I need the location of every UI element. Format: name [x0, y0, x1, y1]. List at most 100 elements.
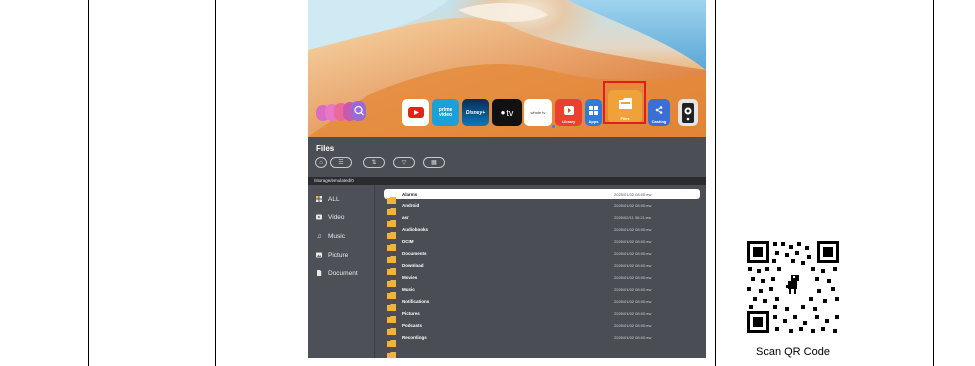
file-date: 2025/01/02 08:00:ew	[614, 191, 652, 197]
disney-plus-app[interactable]: Disney+	[462, 99, 489, 126]
table-border-2	[215, 0, 216, 366]
file-date: 2025/01/02 08:00:ew	[614, 262, 652, 268]
music-icon: ♫	[316, 232, 322, 240]
folder-icon	[387, 286, 396, 299]
files-title: Files	[316, 144, 335, 153]
file-row-alarms[interactable]: Alarms 2025/01/02 08:00:ew	[384, 189, 700, 204]
category-sidebar: ALL Video ♫ Music Picture Document	[308, 185, 374, 358]
sidebar-item-document[interactable]: Document	[316, 268, 358, 278]
apps-app[interactable]: Apps	[585, 99, 602, 126]
youtube-app[interactable]	[402, 99, 429, 126]
apple-tv-app[interactable]: ● tv	[492, 99, 522, 126]
list-view-button[interactable]: ☰	[330, 157, 352, 168]
sidebar-item-label: ALL	[328, 195, 340, 203]
file-name: asr	[402, 214, 409, 220]
file-name: DCIM	[402, 238, 414, 244]
apps-label: Apps	[588, 119, 599, 124]
file-row-movies[interactable]: Movies 2025/01/02 08:00:ew	[384, 272, 700, 287]
file-date: 2025/01/02 08:00:ew	[614, 250, 652, 256]
file-list: Alarms 2025/01/02 08:00:ew Android 2025/…	[384, 189, 700, 358]
sidebar-item-label: Video	[328, 213, 345, 221]
prime-video-label: prime video	[438, 106, 453, 118]
apple-icon: ●	[500, 108, 506, 117]
file-row-podcasts[interactable]: Podcasts 2025/01/02 08:00:ew	[384, 320, 700, 335]
folder-icon	[387, 322, 396, 335]
file-name: Alarms	[402, 191, 418, 197]
grid-view-button[interactable]: ▦	[423, 157, 445, 168]
prime-video-app[interactable]: prime video	[432, 99, 459, 126]
file-name: Recordings	[402, 334, 427, 340]
folder-icon	[387, 262, 396, 275]
file-date: 2025/01/02 08:00:ew	[614, 238, 652, 244]
file-date: 2025/02/11 06:21:ew	[614, 214, 652, 220]
file-name: Podcasts	[402, 322, 423, 328]
library-label: Library	[561, 119, 576, 124]
pinned-group-icon[interactable]	[316, 99, 366, 126]
qr-label: Scan QR Code	[756, 346, 830, 358]
table-border-3	[715, 0, 716, 366]
tv-screenshot: prime video Disney+ ● tv whole tv Librar…	[308, 0, 706, 358]
speaker-icon[interactable]	[678, 99, 698, 126]
sidebar-item-label: Music	[328, 232, 345, 240]
casting-label: Casting	[651, 119, 667, 124]
file-date: 2025/01/02 08:00:ew	[614, 274, 652, 280]
library-app[interactable]: Library	[555, 99, 582, 126]
current-path: /storage/emulated/0	[314, 178, 354, 183]
sidebar-item-picture[interactable]: Picture	[316, 250, 348, 260]
table-border-right	[933, 0, 934, 366]
app-dock: prime video Disney+ ● tv whole tv Librar…	[308, 90, 706, 136]
folder-icon	[387, 226, 396, 239]
file-row-asr[interactable]: asr 2025/02/11 06:21:ew	[384, 212, 700, 227]
whole-tv-label: whole tv	[530, 110, 546, 115]
disney-plus-label: Disney+	[465, 109, 486, 116]
file-date: 2025/01/02 08:00:ew	[614, 322, 652, 328]
file-date: 2025/01/02 08:00:ew	[614, 310, 652, 316]
folder-icon	[387, 238, 396, 251]
file-name: Android	[402, 202, 420, 208]
folder-icon	[387, 274, 396, 287]
grid-icon	[316, 196, 322, 202]
file-row-recordings[interactable]: Recordings 2025/01/02 08:00:ew	[384, 332, 700, 347]
file-row-android[interactable]: Android 2025/01/02 08:00:ew	[384, 200, 700, 215]
folder-icon	[387, 346, 396, 358]
file-row-download[interactable]: Download 2025/01/02 08:00:ew	[384, 260, 700, 275]
folder-icon	[387, 250, 396, 263]
file-row-audiobooks[interactable]: Audiobooks 2025/01/02 08:00:ew	[384, 224, 700, 239]
page-indicator-dot	[552, 125, 555, 128]
file-row-documents[interactable]: Documents 2025/01/02 08:00:ew	[384, 248, 700, 263]
casting-app[interactable]: Casting	[648, 99, 670, 126]
folder-icon	[387, 334, 396, 347]
filter-button[interactable]: ▽	[393, 157, 415, 168]
file-name: Notifications	[402, 298, 430, 304]
folder-icon	[387, 298, 396, 311]
whole-tv-app[interactable]: whole tv	[524, 99, 552, 126]
file-name: Music	[402, 286, 415, 292]
file-date: 2025/01/02 08:00:ew	[614, 226, 652, 232]
video-icon	[316, 214, 322, 220]
file-date: 2025/01/02 08:00:ew	[614, 202, 652, 208]
sidebar-item-music[interactable]: ♫ Music	[316, 231, 345, 241]
path-bar: /storage/emulated/0	[308, 177, 706, 185]
picture-icon	[316, 252, 322, 258]
home-button[interactable]: ⌂	[315, 157, 327, 168]
file-name: Pictures	[402, 310, 420, 316]
file-row-notifications[interactable]: Notifications 2025/01/02 08:00:ew	[384, 296, 700, 311]
sort-button[interactable]: ⇅	[363, 157, 385, 168]
file-name: Audiobooks	[402, 226, 428, 232]
file-date: 2025/01/02 08:00:ew	[614, 334, 652, 340]
qr-code	[745, 239, 841, 335]
file-date: 2025/01/02 08:00:ew	[614, 298, 652, 304]
file-row-music[interactable]: Music 2025/01/02 08:00:ew	[384, 284, 700, 299]
sidebar-item-label: Document	[328, 269, 358, 277]
document-icon	[316, 270, 322, 276]
sidebar-item-label: Picture	[328, 251, 349, 259]
file-name: Movies	[402, 274, 418, 280]
folder-icon	[387, 202, 396, 215]
sidebar-item-video[interactable]: Video	[316, 212, 345, 222]
file-row-partial[interactable]	[384, 344, 700, 358]
table-border-left	[88, 0, 89, 366]
file-row-dcim[interactable]: DCIM 2025/01/02 08:00:ew	[384, 236, 700, 251]
files-highlight-box	[603, 81, 646, 124]
file-row-pictures[interactable]: Pictures 2025/01/02 08:00:ew	[384, 308, 700, 323]
sidebar-item-all[interactable]: ALL	[316, 194, 340, 204]
